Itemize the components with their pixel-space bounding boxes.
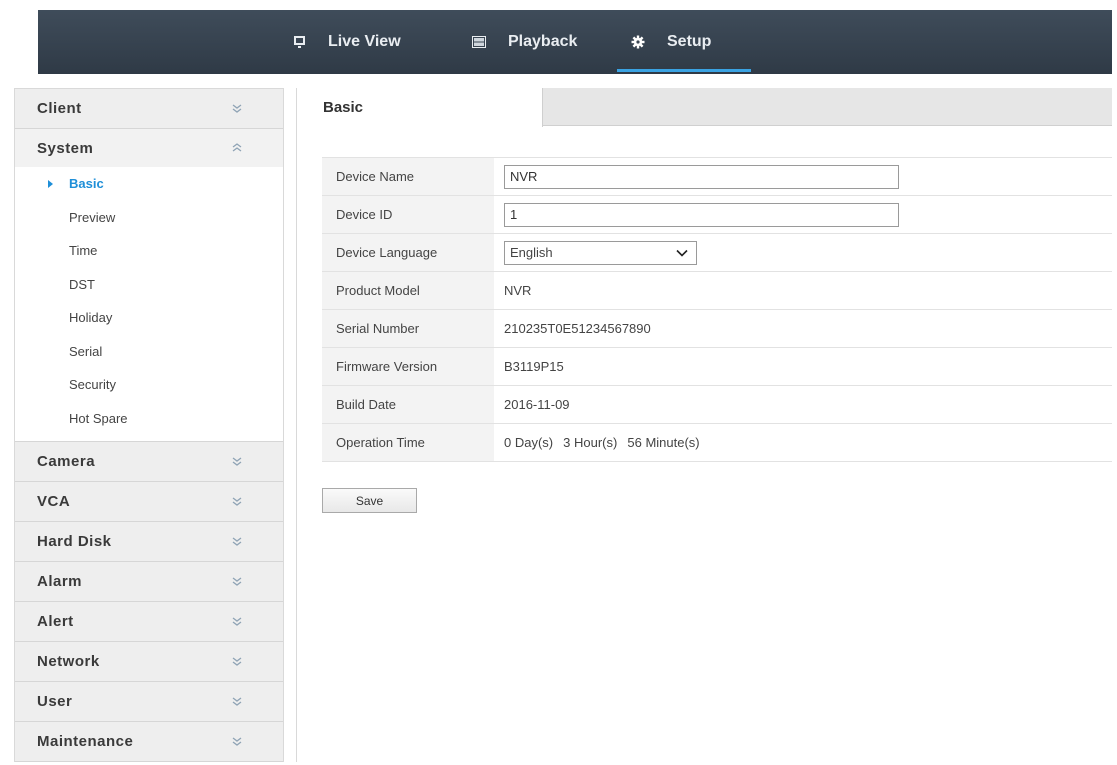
sidebar-item-label: Holiday [69, 310, 113, 326]
device-language-select[interactable]: English [504, 240, 697, 265]
form-row-operation-time: Operation Time 0 Day(s) 3 Hour(s) 56 Minut… [322, 424, 1112, 462]
chevron-down-icon [676, 249, 688, 257]
chevron-down-icon [232, 657, 242, 666]
content-divider [296, 88, 297, 762]
sidebar-section-network[interactable]: Network [15, 642, 283, 682]
tab-basic[interactable]: Basic [297, 88, 543, 127]
build-date-label: Build Date [322, 386, 494, 423]
build-date-value: 2016-11-09 [504, 397, 570, 412]
sidebar-item-hot-spare[interactable]: Hot Spare [15, 402, 283, 436]
chevron-down-icon [232, 497, 242, 506]
sidebar-item-label: Serial [69, 343, 103, 359]
form-row-device-name: Device Name NVR [322, 158, 1112, 196]
gear-icon [631, 35, 645, 49]
sidebar-section-label: Hard Disk [37, 533, 112, 550]
sidebar-item-label: Basic [69, 176, 104, 192]
top-nav-bar: Live View Playback Setup [38, 10, 1112, 74]
sidebar-item-holiday[interactable]: Holiday [15, 301, 283, 335]
sidebar-section-alert[interactable]: Alert [15, 602, 283, 642]
device-language-label: Device Language [322, 234, 494, 271]
nav-playback[interactable]: Playback [472, 10, 577, 74]
chevron-down-icon [232, 104, 242, 113]
sidebar-item-label: Hot Spare [69, 410, 128, 426]
sidebar-section-hard-disk[interactable]: Hard Disk [15, 522, 283, 562]
sidebar-section-label: Camera [37, 453, 96, 470]
sidebar-item-time[interactable]: Time [15, 234, 283, 268]
operation-days-unit: Day(s) [514, 435, 554, 450]
sidebar-item-preview[interactable]: Preview [15, 201, 283, 235]
operation-minutes: 56 [627, 435, 642, 450]
chevron-down-icon [232, 457, 242, 466]
serial-number-value: 210235T0E51234567890 [504, 321, 651, 336]
device-name-label: Device Name [322, 158, 494, 195]
sidebar-item-serial[interactable]: Serial [15, 335, 283, 369]
form-row-firmware-version: Firmware Version B3119P15 [322, 348, 1112, 386]
operation-time-label: Operation Time [322, 424, 494, 461]
system-submenu: Basic Preview Time DST Holiday Serial Se… [15, 167, 283, 442]
device-language-value: English [510, 245, 553, 260]
device-id-label: Device ID [322, 196, 494, 233]
form-row-serial-number: Serial Number 210235T0E51234567890 [322, 310, 1112, 348]
sidebar-section-label: VCA [37, 493, 71, 510]
sidebar-section-label: System [37, 139, 94, 157]
tab-label: Basic [323, 99, 364, 116]
chevron-up-icon [232, 143, 242, 152]
product-model-label: Product Model [322, 272, 494, 309]
chevron-down-icon [232, 577, 242, 586]
firmware-version-value: B3119P15 [504, 359, 564, 374]
sidebar: Client System Basic Preview Time DST Hol… [14, 88, 284, 762]
sidebar-item-dst[interactable]: DST [15, 268, 283, 302]
nav-playback-label: Playback [508, 33, 578, 50]
operation-hours: 3 [563, 435, 571, 450]
nav-live-view[interactable]: Live View [292, 10, 401, 74]
sidebar-section-vca[interactable]: VCA [15, 482, 283, 522]
sidebar-section-camera[interactable]: Camera [15, 442, 283, 482]
sidebar-item-security[interactable]: Security [15, 368, 283, 402]
chevron-down-icon [232, 697, 242, 706]
chevron-down-icon [232, 617, 242, 626]
chevron-down-icon [232, 737, 242, 746]
sidebar-item-label: Preview [69, 209, 116, 225]
form-row-build-date: Build Date 2016-11-09 [322, 386, 1112, 424]
operation-minutes-unit: Minute(s) [645, 435, 700, 450]
form-row-device-language: Device Language English [322, 234, 1112, 272]
sidebar-section-label: Client [37, 100, 82, 117]
sidebar-section-user[interactable]: User [15, 682, 283, 722]
device-name-input[interactable]: NVR [504, 164, 899, 189]
sidebar-section-system[interactable]: System [15, 129, 283, 167]
product-model-value: NVR [504, 283, 532, 298]
sidebar-section-alarm[interactable]: Alarm [15, 562, 283, 602]
device-id-input[interactable]: 1 [504, 202, 899, 227]
basic-settings-form: Device Name NVR Device ID 1 Device Langu… [322, 157, 1112, 462]
sidebar-item-label: Security [69, 377, 116, 393]
sidebar-section-maintenance[interactable]: Maintenance [15, 722, 283, 762]
serial-number-label: Serial Number [322, 310, 494, 347]
operation-days: 0 [504, 435, 512, 450]
save-button[interactable]: Save [322, 488, 417, 513]
sidebar-section-client[interactable]: Client [15, 89, 283, 129]
nav-setup[interactable]: Setup [616, 10, 753, 74]
tab-bar: Basic [297, 88, 1112, 127]
caret-right-icon [48, 180, 53, 188]
firmware-version-label: Firmware Version [322, 348, 494, 385]
form-row-product-model: Product Model NVR [322, 272, 1112, 310]
sidebar-section-label: Maintenance [37, 733, 134, 750]
chevron-down-icon [232, 537, 242, 546]
nav-setup-label: Setup [667, 33, 712, 50]
sidebar-item-basic[interactable]: Basic [15, 167, 283, 201]
sidebar-section-label: Network [37, 653, 100, 670]
sidebar-section-label: Alert [37, 613, 74, 630]
monitor-icon [292, 35, 306, 49]
nav-live-view-label: Live View [328, 33, 401, 50]
sidebar-section-label: User [37, 693, 73, 710]
form-row-device-id: Device ID 1 [322, 196, 1112, 234]
film-icon [472, 35, 486, 49]
operation-hours-unit: Hour(s) [574, 435, 618, 450]
sidebar-item-label: Time [69, 243, 98, 259]
operation-time-value: 0 Day(s) 3 Hour(s) 56 Minute(s) [494, 424, 1112, 461]
sidebar-section-label: Alarm [37, 573, 83, 590]
sidebar-item-label: DST [69, 276, 95, 292]
